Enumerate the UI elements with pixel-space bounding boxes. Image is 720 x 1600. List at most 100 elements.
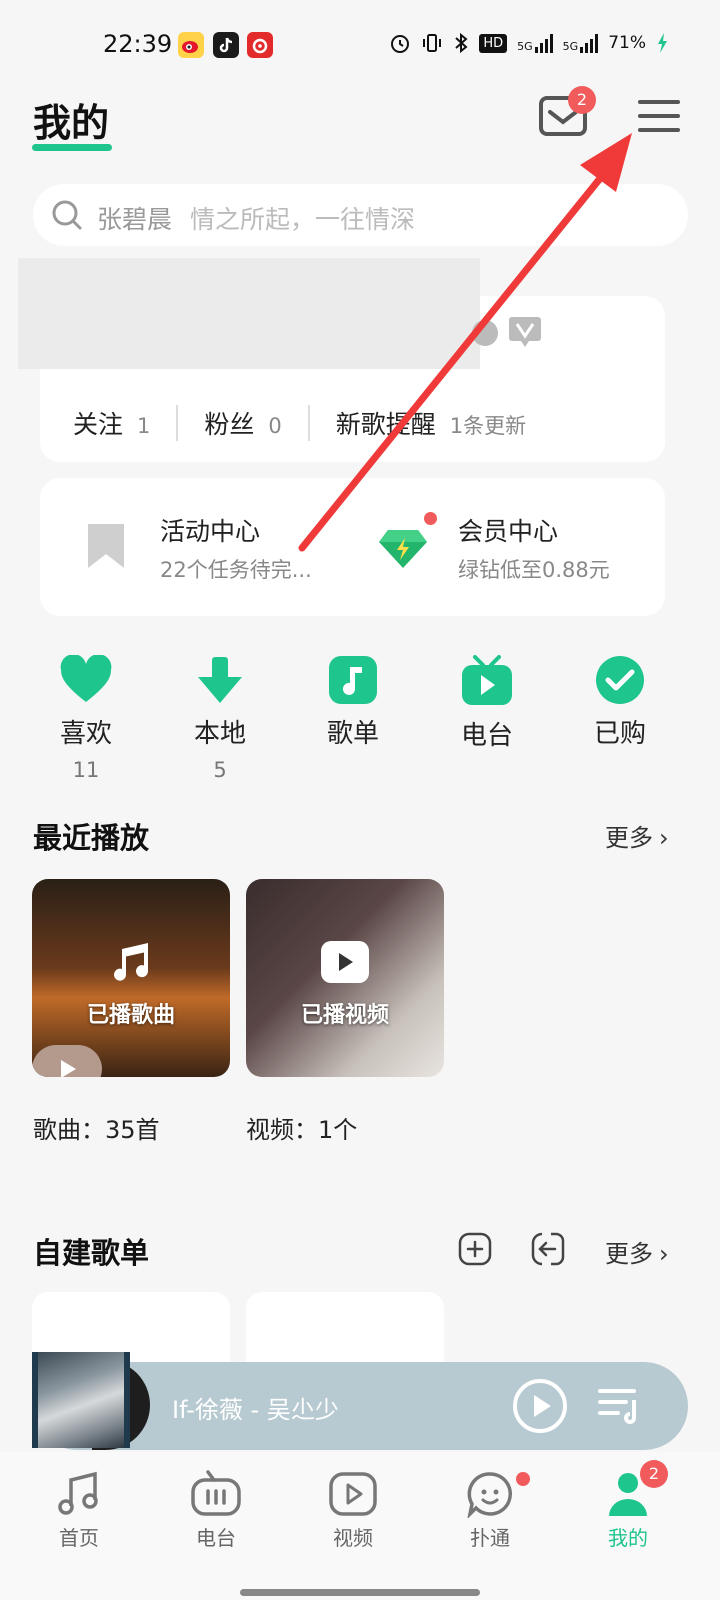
vibrate-icon xyxy=(423,34,442,52)
download-icon xyxy=(198,657,242,703)
tab-mine-badge: 2 xyxy=(640,1460,668,1488)
recent-songs-card[interactable]: 已播歌曲 xyxy=(32,879,230,1077)
playlists-title: 自建歌单 xyxy=(33,1236,150,1270)
home-indicator xyxy=(240,1589,480,1596)
tab-radio-label: 电台 xyxy=(196,1526,236,1550)
shortcut-local-count: 5 xyxy=(213,758,227,782)
charging-icon xyxy=(658,33,667,53)
page-title: 我的 xyxy=(33,101,110,145)
newsong-count: 1条更新 xyxy=(449,414,527,438)
add-playlist-icon[interactable] xyxy=(458,1232,492,1266)
radio-tv-icon xyxy=(462,655,512,705)
heart-icon xyxy=(60,655,112,702)
player-cover xyxy=(32,1352,130,1448)
tab-putong-label: 扑通 xyxy=(470,1526,510,1550)
shortcut-like[interactable]: 喜欢 11 xyxy=(31,655,141,782)
signal-icon-2 xyxy=(580,33,599,53)
chevron-right-icon: › xyxy=(659,824,669,852)
music-note-icon xyxy=(329,656,377,704)
recent-songs-label: 已播歌曲 xyxy=(86,1003,175,1028)
title-underline xyxy=(32,144,112,151)
tab-video-label: 视频 xyxy=(333,1526,373,1550)
tab-putong[interactable]: 扑通 xyxy=(430,1470,550,1551)
recent-more-link[interactable]: 更多 › xyxy=(605,818,669,853)
tab-radio[interactable]: 电台 xyxy=(156,1470,276,1551)
battery-percent: 71% xyxy=(608,33,646,53)
badge-icon xyxy=(472,320,498,346)
activity-center-sub: 22个任务待完... xyxy=(160,558,312,582)
bookmark-icon xyxy=(88,524,124,568)
shortcut-local-label: 本地 xyxy=(193,719,246,749)
signal-icon xyxy=(534,33,553,53)
tab-putong-dot xyxy=(516,1472,530,1486)
bluetooth-icon xyxy=(455,32,468,54)
tab-video[interactable]: 视频 xyxy=(293,1470,413,1551)
recent-videos-label: 已播视频 xyxy=(300,1003,389,1028)
player-song-title: If-徐薇 - 吴尐少 xyxy=(172,1396,339,1424)
follow-label: 关注 xyxy=(73,410,124,439)
recent-title: 最近播放 xyxy=(33,821,150,855)
vip-center[interactable]: 会员中心 绿钻低至0.88元 xyxy=(378,512,658,592)
video-icon xyxy=(329,1472,377,1516)
activity-center[interactable]: 活动中心 22个任务待完... xyxy=(80,512,340,592)
radio-icon xyxy=(191,1470,241,1516)
play-circle-icon[interactable] xyxy=(512,1378,568,1434)
import-playlist-icon[interactable] xyxy=(531,1232,565,1266)
tab-home[interactable]: 首页 xyxy=(19,1470,139,1551)
video-play-icon xyxy=(321,941,369,983)
divider xyxy=(176,405,179,441)
shortcut-local[interactable]: 本地 5 xyxy=(165,655,275,782)
recent-videos-caption: 视频：1个 xyxy=(246,1116,358,1144)
network-5g-1: 5G xyxy=(517,40,533,53)
recent-songs-caption: 歌曲：35首 xyxy=(33,1116,160,1144)
playlists-more-link[interactable]: 更多 › xyxy=(605,1234,669,1269)
follow-stats: 关注 1 粉丝 0 新歌提醒 1条更新 xyxy=(73,405,526,441)
recent-more-label: 更多 xyxy=(605,824,653,852)
netease-music-icon xyxy=(247,32,273,58)
play-button[interactable] xyxy=(32,1045,102,1077)
message-badge: 2 xyxy=(568,86,596,114)
vip-center-sub: 绿钻低至0.88元 xyxy=(458,558,610,582)
follow-item[interactable]: 关注 1 xyxy=(73,405,150,441)
tab-mine[interactable]: 2 我的 xyxy=(568,1460,688,1551)
music-note-icon xyxy=(58,1471,98,1515)
menu-icon[interactable] xyxy=(638,100,680,134)
follow-count: 1 xyxy=(137,414,151,438)
alarm-icon xyxy=(391,35,410,53)
search-placeholder: 张碧晨 情之所起，一往情深 xyxy=(97,200,415,236)
shortcut-purchased-label: 已购 xyxy=(593,719,646,749)
activity-center-title: 活动中心 xyxy=(160,517,261,546)
shortcut-like-count: 11 xyxy=(72,758,100,782)
fans-count: 0 xyxy=(268,414,282,438)
shortcut-like-label: 喜欢 xyxy=(59,719,112,749)
divider xyxy=(307,405,310,441)
recent-videos-card[interactable]: 已播视频 xyxy=(246,879,444,1077)
chevron-right-icon: › xyxy=(659,1240,669,1268)
face-bubble-icon xyxy=(467,1472,513,1518)
play-icon xyxy=(61,1060,76,1077)
status-time: 22:39 xyxy=(103,30,173,58)
newsong-item[interactable]: 新歌提醒 1条更新 xyxy=(336,405,526,441)
search-keyword: 张碧晨 xyxy=(97,205,173,234)
fans-label: 粉丝 xyxy=(204,410,255,439)
fans-item[interactable]: 粉丝 0 xyxy=(204,405,281,441)
vip-dot xyxy=(424,512,437,525)
shortcut-radio-label: 电台 xyxy=(460,721,513,751)
shortcut-purchased[interactable]: 已购 xyxy=(565,655,675,750)
check-circle-icon xyxy=(596,656,644,704)
weibo-icon xyxy=(178,32,204,58)
hd-badge: HD xyxy=(479,33,508,53)
newsong-label: 新歌提醒 xyxy=(335,410,436,439)
tiktok-icon xyxy=(213,32,239,58)
vip-center-title: 会员中心 xyxy=(458,517,559,546)
status-indicators: HD 5G 5G 71% xyxy=(389,32,668,54)
tab-home-label: 首页 xyxy=(59,1526,99,1550)
search-icon xyxy=(52,200,82,230)
green-diamond-icon xyxy=(379,530,427,568)
playlist-queue-icon[interactable] xyxy=(598,1386,642,1426)
shortcut-playlist[interactable]: 歌单 xyxy=(298,655,408,750)
shortcut-radio[interactable]: 电台 xyxy=(432,655,542,752)
vip-heart-icon xyxy=(509,317,541,347)
redacted-profile-area xyxy=(18,258,480,369)
playlists-more-label: 更多 xyxy=(605,1240,653,1268)
